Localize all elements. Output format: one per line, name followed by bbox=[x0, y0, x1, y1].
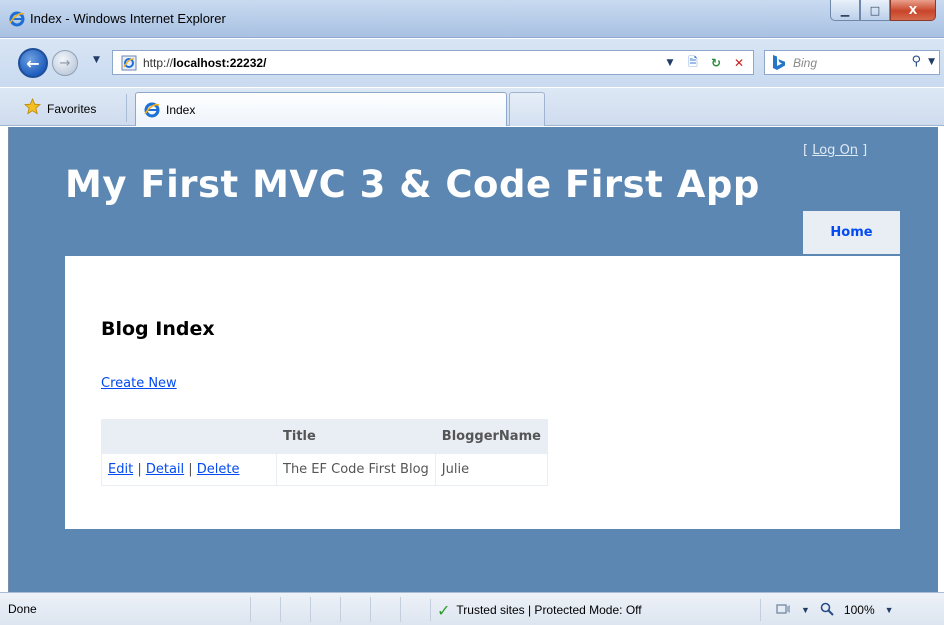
search-placeholder: Bing bbox=[793, 56, 818, 70]
title-column-header: Title bbox=[276, 419, 436, 454]
site-title: My First MVC 3 & Code First App bbox=[65, 163, 760, 206]
status-panel bbox=[280, 597, 310, 622]
table-header-row: Title BloggerName bbox=[101, 419, 548, 454]
menu-home-link[interactable]: Home bbox=[803, 211, 900, 254]
address-tools: ▼ 🗎 ↻ ✕ bbox=[660, 53, 749, 73]
status-panel bbox=[400, 597, 430, 622]
address-url[interactable]: http://localhost:22232/ bbox=[143, 56, 266, 70]
stop-icon[interactable]: ✕ bbox=[729, 53, 749, 73]
refresh-icon[interactable]: ↻ bbox=[706, 53, 726, 73]
security-zone-text: Trusted sites | Protected Mode: Off bbox=[456, 603, 642, 617]
star-icon bbox=[24, 97, 41, 119]
status-panels bbox=[250, 597, 430, 622]
recent-pages-dropdown[interactable]: ▼ bbox=[93, 55, 100, 65]
status-right-tools: ▼ 100% ▼ bbox=[760, 599, 894, 621]
create-new-link[interactable]: Create New bbox=[101, 376, 177, 391]
window-title: Index - Windows Internet Explorer bbox=[30, 11, 226, 26]
status-panel bbox=[370, 597, 400, 622]
login-display: [ Log On ] bbox=[803, 143, 867, 158]
minimize-button[interactable]: ▁ bbox=[830, 0, 860, 21]
login-bracket-close: ] bbox=[858, 143, 868, 158]
bloggername-column-header: BloggerName bbox=[434, 419, 548, 454]
status-panel bbox=[250, 597, 280, 622]
compatibility-view-icon[interactable]: 🗎 bbox=[683, 53, 703, 73]
address-bar[interactable]: http://localhost:22232/ ▼ 🗎 ↻ ✕ bbox=[112, 50, 754, 75]
page-heading: Blog Index bbox=[101, 318, 215, 340]
zoom-icon[interactable] bbox=[820, 602, 834, 619]
search-icon[interactable]: ⚲ bbox=[911, 54, 921, 69]
maximize-button[interactable]: □ bbox=[860, 0, 890, 21]
close-button[interactable]: X bbox=[890, 0, 936, 21]
add-ons-dropdown[interactable]: ▼ bbox=[801, 605, 810, 615]
blogger-name-cell: Julie bbox=[434, 453, 548, 486]
address-dropdown-icon[interactable]: ▼ bbox=[660, 53, 680, 73]
tab-index[interactable]: Index bbox=[135, 92, 507, 126]
url-host: localhost:22232/ bbox=[173, 56, 267, 70]
title-bar: Index - Windows Internet Explorer ▁ □ X bbox=[0, 0, 944, 38]
blog-table: Title BloggerName Edit | Detail | Delete… bbox=[101, 419, 548, 486]
favorites-label: Favorites bbox=[47, 101, 97, 116]
actions-column-header bbox=[101, 419, 277, 454]
search-options-dropdown[interactable]: ▼ bbox=[928, 57, 935, 67]
page-icon bbox=[121, 55, 137, 75]
back-button[interactable]: ← bbox=[18, 48, 48, 78]
browser-window: Index - Windows Internet Explorer ▁ □ X … bbox=[0, 0, 944, 625]
url-scheme: http:// bbox=[143, 56, 174, 70]
log-on-link[interactable]: Log On bbox=[812, 143, 858, 158]
ie-logo-icon bbox=[9, 11, 25, 31]
login-bracket-open: [ bbox=[803, 143, 813, 158]
status-text: Done bbox=[8, 602, 37, 616]
ie-tab-icon bbox=[144, 102, 160, 122]
row-actions: Edit | Detail | Delete bbox=[101, 453, 277, 486]
table-row: Edit | Detail | Delete The EF Code First… bbox=[101, 453, 548, 486]
forward-button[interactable]: → bbox=[52, 50, 78, 76]
security-zone[interactable]: ✓ Trusted sites | Protected Mode: Off bbox=[430, 599, 642, 621]
favorites-button[interactable]: Favorites bbox=[24, 97, 97, 119]
delete-link[interactable]: Delete bbox=[197, 462, 240, 477]
status-panel bbox=[340, 597, 370, 622]
new-tab-button[interactable] bbox=[509, 92, 545, 126]
tab-label: Index bbox=[166, 103, 196, 117]
detail-link[interactable]: Detail bbox=[146, 462, 184, 477]
window-controls: ▁ □ X bbox=[830, 0, 936, 22]
action-separator: | bbox=[184, 462, 197, 477]
blog-title-cell: The EF Code First Blog bbox=[276, 453, 436, 486]
zoom-dropdown[interactable]: ▼ bbox=[885, 605, 894, 615]
favorites-divider bbox=[126, 94, 127, 122]
status-bar: Done ✓ Trusted sites | Protected Mode: O… bbox=[0, 592, 944, 625]
main-content: Blog Index Create New Title BloggerName … bbox=[65, 256, 900, 529]
status-panel bbox=[310, 597, 340, 622]
search-box[interactable]: Bing ⚲ ▼ bbox=[764, 50, 940, 75]
add-ons-icon[interactable] bbox=[775, 602, 791, 619]
action-separator: | bbox=[133, 462, 146, 477]
bing-logo-icon bbox=[771, 54, 787, 71]
edit-link[interactable]: Edit bbox=[108, 462, 133, 477]
zoom-level[interactable]: 100% bbox=[844, 603, 875, 617]
page-viewport: [ Log On ] My First MVC 3 & Code First A… bbox=[8, 127, 938, 592]
checkmark-icon: ✓ bbox=[437, 600, 451, 620]
